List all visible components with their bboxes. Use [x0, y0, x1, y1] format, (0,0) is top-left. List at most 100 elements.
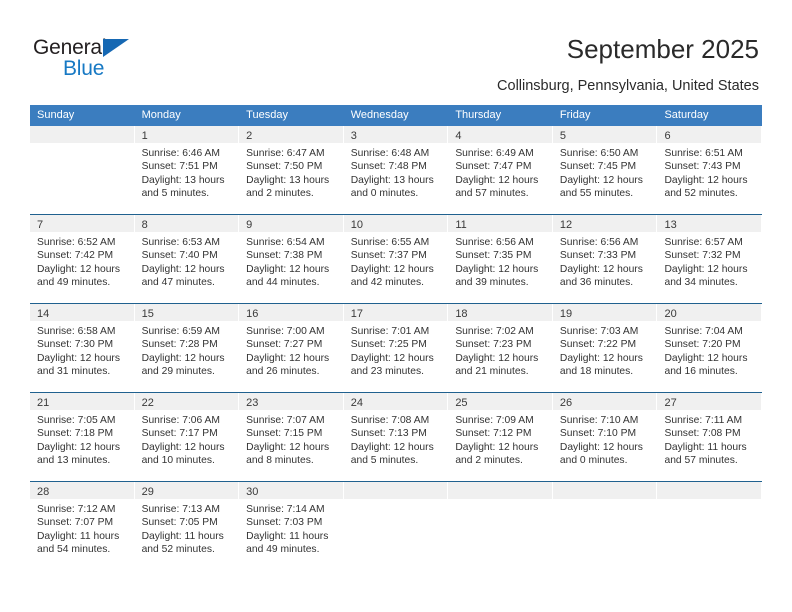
weekday-header-monday: Monday: [141, 109, 181, 121]
weekday-header-row: Sunday Monday Tuesday Wednesday Thursday Frid…: [30, 105, 762, 126]
day-sunset-line: Sunset: 7:20 PM: [664, 339, 741, 351]
day-sunrise-line: Sunrise: 7:05 AM: [37, 415, 116, 426]
day-number-band: 30: [239, 482, 343, 499]
day-number: 14: [37, 308, 50, 320]
day-number-band: [343, 482, 448, 499]
calendar-day-cell[interactable]: 2 Sunrise: 6:47 AM Sunset: 7:50 PM Daylight…: [239, 126, 344, 214]
day-sunset-line: Sunset: 7:40 PM: [141, 250, 218, 262]
day-daylight-line: and 52 minutes.: [664, 188, 738, 200]
day-number: 1: [141, 130, 148, 142]
calendar-day-cell[interactable]: 25 Sunrise: 7:09 AM Sunset: 7:12 PM Dayligh…: [448, 393, 553, 481]
calendar-day-cell[interactable]: 7 Sunrise: 6:52 AM Sunset: 7:42 PM Daylight…: [30, 215, 135, 303]
calendar-day-cell[interactable]: 5 Sunrise: 6:50 AM Sunset: 7:45 PM Daylight…: [552, 126, 658, 214]
day-number-band: 4: [448, 126, 552, 143]
calendar-day-cell[interactable]: 12 Sunrise: 6:56 AM Sunset: 7:33 PM Dayligh…: [552, 215, 658, 303]
day-sunset-line: Sunset: 7:27 PM: [246, 339, 323, 351]
day-sunrise-line: Sunrise: 6:52 AM: [37, 237, 116, 248]
calendar-day-cell[interactable]: 16 Sunrise: 7:00 AM Sunset: 7:27 PM Dayligh…: [239, 304, 344, 392]
calendar-day-cell[interactable]: 26 Sunrise: 7:10 AM Sunset: 7:10 PM Dayligh…: [552, 393, 658, 481]
day-details: Sunrise: 7:07 AM Sunset: 7:15 PM Daylight:…: [239, 410, 343, 468]
day-sunset-line: Sunset: 7:05 PM: [141, 517, 218, 529]
day-daylight-line: and 26 minutes.: [246, 366, 320, 378]
day-sunrise-line: Sunrise: 6:54 AM: [246, 237, 325, 248]
day-sunrise-line: Sunrise: 7:04 AM: [664, 326, 743, 337]
day-number-band: [552, 482, 657, 499]
day-daylight-line: and 49 minutes.: [37, 277, 111, 289]
calendar-day-cell[interactable]: 18 Sunrise: 7:02 AM Sunset: 7:23 PM Dayligh…: [448, 304, 553, 392]
day-sunset-line: Sunset: 7:23 PM: [455, 339, 532, 351]
day-sunrise-line: Sunrise: 6:47 AM: [246, 148, 325, 159]
calendar-day-cell[interactable]: 30 Sunrise: 7:14 AM Sunset: 7:03 PM Dayligh…: [239, 482, 344, 566]
day-sunset-line: Sunset: 7:07 PM: [37, 517, 114, 529]
day-sunrise-line: Sunrise: 7:14 AM: [246, 504, 325, 515]
calendar-day-cell[interactable]: 20 Sunrise: 7:04 AM Sunset: 7:20 PM Dayligh…: [657, 304, 763, 392]
day-details: Sunrise: 7:02 AM Sunset: 7:23 PM Daylight:…: [448, 321, 552, 379]
day-daylight-line: and 21 minutes.: [455, 366, 529, 378]
calendar-day-cell[interactable]: 1 Sunrise: 6:46 AM Sunset: 7:51 PM Daylight…: [134, 126, 240, 214]
calendar-day-cell[interactable]: 14 Sunrise: 6:58 AM Sunset: 7:30 PM Dayligh…: [30, 304, 135, 392]
day-daylight-line: and 2 minutes.: [246, 188, 314, 200]
day-details: Sunrise: 6:55 AM Sunset: 7:37 PM Daylight:…: [344, 232, 448, 290]
day-sunset-line: Sunset: 7:45 PM: [559, 161, 637, 173]
weekday-header-wednesday: Wednesday: [350, 109, 409, 121]
day-sunset-line: Sunset: 7:30 PM: [37, 339, 114, 351]
calendar-day-cell[interactable]: 9 Sunrise: 6:54 AM Sunset: 7:38 PM Daylight…: [239, 215, 344, 303]
day-details: Sunrise: 7:04 AM Sunset: 7:20 PM Daylight:…: [657, 321, 761, 379]
calendar-day-cell[interactable]: 28 Sunrise: 7:12 AM Sunset: 7:07 PM Dayligh…: [30, 482, 135, 566]
calendar-day-cell[interactable]: 15 Sunrise: 6:59 AM Sunset: 7:28 PM Dayligh…: [134, 304, 240, 392]
day-sunset-line: Sunset: 7:12 PM: [455, 428, 532, 440]
day-daylight-line: and 42 minutes.: [350, 277, 425, 289]
calendar-day-cell[interactable]: 4 Sunrise: 6:49 AM Sunset: 7:47 PM Daylight…: [448, 126, 553, 214]
calendar-day-cell[interactable]: 6 Sunrise: 6:51 AM Sunset: 7:43 PM Daylight…: [657, 126, 763, 214]
calendar-day-cell[interactable]: 3 Sunrise: 6:48 AM Sunset: 7:48 PM Daylight…: [343, 126, 449, 214]
day-daylight-line: Daylight: 12 hours: [37, 263, 120, 275]
day-sunset-line: Sunset: 7:48 PM: [350, 161, 427, 173]
calendar-day-cell[interactable]: 21 Sunrise: 7:05 AM Sunset: 7:18 PM Dayligh…: [30, 393, 135, 481]
day-sunrise-line: Sunrise: 7:08 AM: [350, 415, 430, 426]
calendar-day-cell[interactable]: 17 Sunrise: 7:01 AM Sunset: 7:25 PM Dayligh…: [343, 304, 449, 392]
general-blue-logo[interactable]: General Blue: [33, 36, 173, 84]
day-sunset-line: Sunset: 7:22 PM: [559, 339, 637, 351]
day-daylight-line: Daylight: 12 hours: [37, 352, 120, 364]
day-daylight-line: Daylight: 12 hours: [455, 441, 539, 453]
day-details: Sunrise: 6:58 AM Sunset: 7:30 PM Daylight:…: [30, 321, 134, 379]
day-daylight-line: and 54 minutes.: [37, 544, 111, 556]
calendar-day-cell[interactable]: 22 Sunrise: 7:06 AM Sunset: 7:17 PM Dayligh…: [134, 393, 240, 481]
calendar-day-cell[interactable]: 11 Sunrise: 6:56 AM Sunset: 7:35 PM Dayligh…: [448, 215, 553, 303]
day-sunrise-line: Sunrise: 6:49 AM: [455, 148, 534, 159]
day-number: 19: [559, 308, 573, 320]
day-number: 22: [141, 397, 154, 409]
day-sunrise-line: Sunrise: 6:51 AM: [664, 148, 743, 159]
calendar-day-cell[interactable]: 10 Sunrise: 6:55 AM Sunset: 7:37 PM Dayligh…: [343, 215, 449, 303]
logo-triangle-icon: [103, 39, 129, 57]
day-number-band: [30, 126, 134, 143]
day-details: Sunrise: 7:11 AM Sunset: 7:08 PM Daylight:…: [657, 410, 761, 468]
day-daylight-line: and 18 minutes.: [559, 366, 634, 378]
day-daylight-line: Daylight: 11 hours: [37, 530, 120, 542]
day-daylight-line: and 8 minutes.: [246, 455, 314, 467]
day-daylight-line: and 29 minutes.: [141, 366, 215, 378]
weekday-header-tuesday: Tuesday: [246, 109, 288, 121]
day-daylight-line: Daylight: 13 hours: [246, 174, 330, 186]
calendar-grid: Sunday Monday Tuesday Wednesday Thursday Frid…: [30, 105, 763, 566]
day-daylight-line: and 2 minutes.: [455, 455, 523, 467]
calendar-day-cell[interactable]: 8 Sunrise: 6:53 AM Sunset: 7:40 PM Daylight…: [134, 215, 240, 303]
weekday-header-friday: Friday: [559, 109, 591, 121]
calendar-day-cell[interactable]: 24 Sunrise: 7:08 AM Sunset: 7:13 PM Dayligh…: [343, 393, 449, 481]
calendar-day-cell[interactable]: 29 Sunrise: 7:13 AM Sunset: 7:05 PM Dayligh…: [134, 482, 240, 566]
calendar-day-cell[interactable]: 27 Sunrise: 7:11 AM Sunset: 7:08 PM Dayligh…: [657, 393, 763, 481]
calendar-day-cell[interactable]: 13 Sunrise: 6:57 AM Sunset: 7:32 PM Dayligh…: [657, 215, 763, 303]
day-sunset-line: Sunset: 7:50 PM: [246, 161, 323, 173]
day-sunset-line: Sunset: 7:47 PM: [455, 161, 532, 173]
day-sunset-line: Sunset: 7:35 PM: [455, 250, 532, 262]
day-daylight-line: and 44 minutes.: [246, 277, 320, 289]
day-sunrise-line: Sunrise: 7:01 AM: [350, 326, 430, 337]
day-daylight-line: and 13 minutes.: [37, 455, 111, 467]
day-daylight-line: and 0 minutes.: [559, 455, 628, 467]
day-sunset-line: Sunset: 7:32 PM: [664, 250, 741, 262]
day-number: 6: [664, 130, 671, 142]
calendar-day-cell[interactable]: 19 Sunrise: 7:03 AM Sunset: 7:22 PM Dayligh…: [552, 304, 658, 392]
day-number: 24: [350, 397, 363, 409]
calendar-day-cell[interactable]: 23 Sunrise: 7:07 AM Sunset: 7:15 PM Dayligh…: [239, 393, 344, 481]
day-number-band: 15: [134, 304, 239, 321]
